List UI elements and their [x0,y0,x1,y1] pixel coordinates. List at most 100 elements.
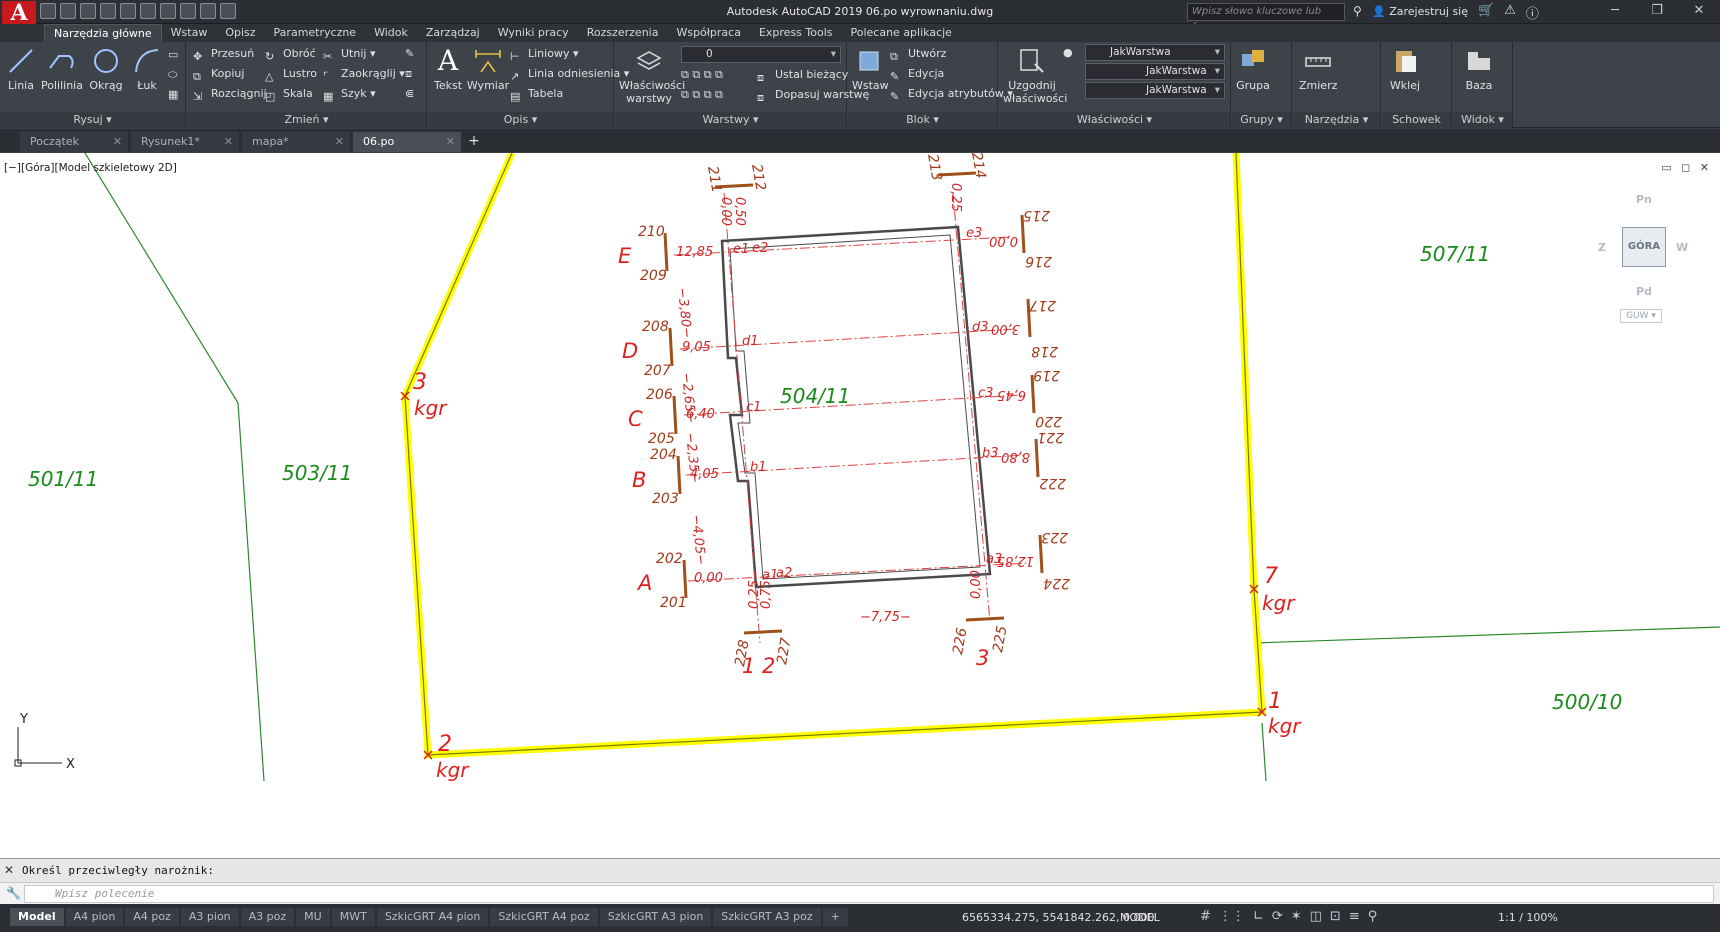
layout-tab-model[interactable]: Model [10,908,64,926]
arc-button[interactable]: Łuk [130,46,164,92]
model-space-button[interactable]: MODEL [1120,911,1160,924]
close-tab-icon[interactable]: ✕ [224,132,233,151]
save-as-icon[interactable] [100,3,116,19]
file-tab-mapa[interactable]: mapa* ✕ [242,132,350,152]
scale-button[interactable]: ◰ Skala [265,85,313,103]
new-tab-button[interactable]: + [464,132,484,152]
insert-button[interactable]: Wstaw [852,46,889,92]
stretch-button[interactable]: ⇲ Rozciągnij [193,85,267,103]
minimize-button[interactable]: ─ [1594,0,1636,24]
wcs-menu-button[interactable]: GUW ▾ [1620,309,1662,323]
drawing-svg[interactable]: 3 kgr 2 kgr 1 kgr 7 kgr 501/11 503/11 50… [0,153,1720,858]
viewport-window-controls[interactable]: ▭ ◻ ✕ [1661,161,1712,174]
file-tab-06-po-wyrownaniu[interactable]: 06.po wyrownaniu*✕ [353,132,461,167]
explode-icon[interactable]: ⧈ [405,65,412,83]
array-button[interactable]: ▦ Szyk ▾ [323,85,376,103]
color-combo[interactable]: JakWarstwa [1085,44,1225,61]
viewport-controls-label[interactable]: [−][Góra][Model szkieletowy 2D] [4,162,177,174]
layout-tab[interactable]: SzkicGRT A4 poz [490,908,598,926]
layer-properties-button[interactable]: Właściwości warstwy [619,46,685,105]
maximize-button[interactable]: ❐ [1636,0,1678,24]
circle-button[interactable]: Okrąg [88,46,124,92]
redo-icon[interactable] [200,3,216,19]
layout-tab[interactable]: MWT [331,908,375,926]
layout-tab[interactable]: A4 pion [65,908,124,926]
panel-title-blok[interactable]: Blok ▾ [848,112,997,128]
linetype-combo[interactable]: JakWarstwa [1085,63,1225,80]
open-file-icon[interactable] [60,3,76,19]
close-tab-icon[interactable]: ✕ [113,132,122,151]
lineweight-combo[interactable]: JakWarstwa [1085,82,1225,99]
erase-icon[interactable]: ✎ [405,45,414,63]
dimension-button[interactable]: Wymiar [466,46,510,92]
sign-in-button[interactable]: 👤 Zarejestruj się [1372,5,1468,18]
undo-icon[interactable] [180,3,196,19]
tab-narzedzia-glowne[interactable]: Narzędzia główne [44,24,162,42]
rotate-button[interactable]: ↻ Obróć [265,45,316,63]
cart-icon[interactable]: 🛒 [1478,3,1494,22]
move-button[interactable]: ✥ Przesuń [193,45,254,63]
mirror-button[interactable]: △ Lustro [265,65,317,83]
viewcube[interactable]: Pn Z W Pd GÓRA GUW ▾ [1590,193,1690,323]
panel-title-zmien[interactable]: Zmień ▾ [187,112,426,128]
panel-title-widok[interactable]: Widok ▾ [1453,112,1512,128]
viewcube-south[interactable]: Pd [1636,285,1652,298]
group-button[interactable]: Grupa [1236,46,1270,92]
panel-title-grupy[interactable]: Grupy ▾ [1232,112,1291,128]
file-tab-rysunek1[interactable]: Rysunek1* ✕ [131,132,239,152]
annotation-icon[interactable]: ⚲ [1368,909,1378,924]
offset-icon[interactable]: ⋐ [405,85,414,103]
save-web-icon[interactable] [140,3,156,19]
save-icon[interactable] [80,3,96,19]
layer-combo[interactable]: 0 [681,46,841,63]
edit-attributes-button[interactable]: ✎ Edycja atrybutów ▾ [890,85,1013,103]
measure-button[interactable]: Zmierz [1299,46,1337,92]
polyline-button[interactable]: Polilinia [40,46,84,92]
leader-button[interactable]: ↗ Linia odniesienia ▾ [510,65,629,83]
viewcube-east[interactable]: W [1676,241,1688,254]
add-layout-button[interactable]: + [822,908,848,926]
close-tab-icon[interactable]: ✕ [335,132,344,151]
panel-title-narzedzia[interactable]: Narzędzia ▾ [1293,112,1380,128]
file-tab-start[interactable]: Początek ✕ [20,132,128,152]
copy-button[interactable]: ⧉ Kopiuj [193,65,244,83]
table-button[interactable]: ▤ Tabela [510,85,563,103]
layout-tab[interactable]: MU [296,908,330,926]
linear-dim-button[interactable]: ⊢ Liniowy ▾ [510,45,578,63]
panel-title-rysuj[interactable]: Rysuj ▾ [0,112,185,128]
tab-wstaw[interactable]: Wstaw [162,24,217,42]
match-properties-button[interactable]: Uzgodnij właściwości [1003,46,1067,105]
tab-polecane-aplikacje[interactable]: Polecane aplikacje [842,24,961,42]
a360-icon[interactable]: ⚠ [1504,3,1516,22]
application-menu-button[interactable]: A [2,1,36,25]
ellipse-icon[interactable]: ⬭ [168,66,177,84]
otrack-icon[interactable]: ⊡ [1330,909,1341,924]
polar-icon[interactable]: ⟳ [1272,909,1283,924]
line-button[interactable]: Linia [4,46,38,92]
layout-tab[interactable]: A3 pion [180,908,239,926]
tab-wspolpraca[interactable]: Współpraca [667,24,749,42]
layout-tab[interactable]: SzkicGRT A3 pion [599,908,712,926]
hatch-icon[interactable]: ▦ [168,86,178,104]
panel-title-schowek[interactable]: Schowek [1382,112,1451,128]
new-file-icon[interactable] [40,3,56,19]
command-input[interactable]: Wpisz polecenie [24,885,1714,903]
edit-block-button[interactable]: ✎ Edycja [890,65,944,83]
isodraft-icon[interactable]: ✶ [1291,909,1302,924]
fillet-button[interactable]: ⌜ Zaokrąglij ▾ [323,65,405,83]
snap-icon[interactable]: ⋮⋮ [1219,909,1245,924]
paste-button[interactable]: Wklej [1388,46,1422,92]
color-wheel-icon[interactable]: ● [1063,44,1073,62]
panel-title-warstwy[interactable]: Warstwy ▾ [615,112,846,128]
close-button[interactable]: ✕ [1678,0,1720,24]
create-block-button[interactable]: ⧉ Utwórz [890,45,946,63]
qat-dropdown-icon[interactable] [220,3,236,19]
tab-wyniki-pracy[interactable]: Wyniki pracy [489,24,578,42]
osnap-icon[interactable]: ◫ [1310,909,1322,924]
binoculars-icon[interactable]: ⚲ [1353,4,1367,18]
open-web-icon[interactable] [120,3,136,19]
tab-parametryczne[interactable]: Parametryczne [265,24,366,42]
print-icon[interactable] [160,3,176,19]
grid-icon[interactable]: # [1200,909,1211,924]
customize-wrench-icon[interactable]: 🔧 [6,886,21,900]
